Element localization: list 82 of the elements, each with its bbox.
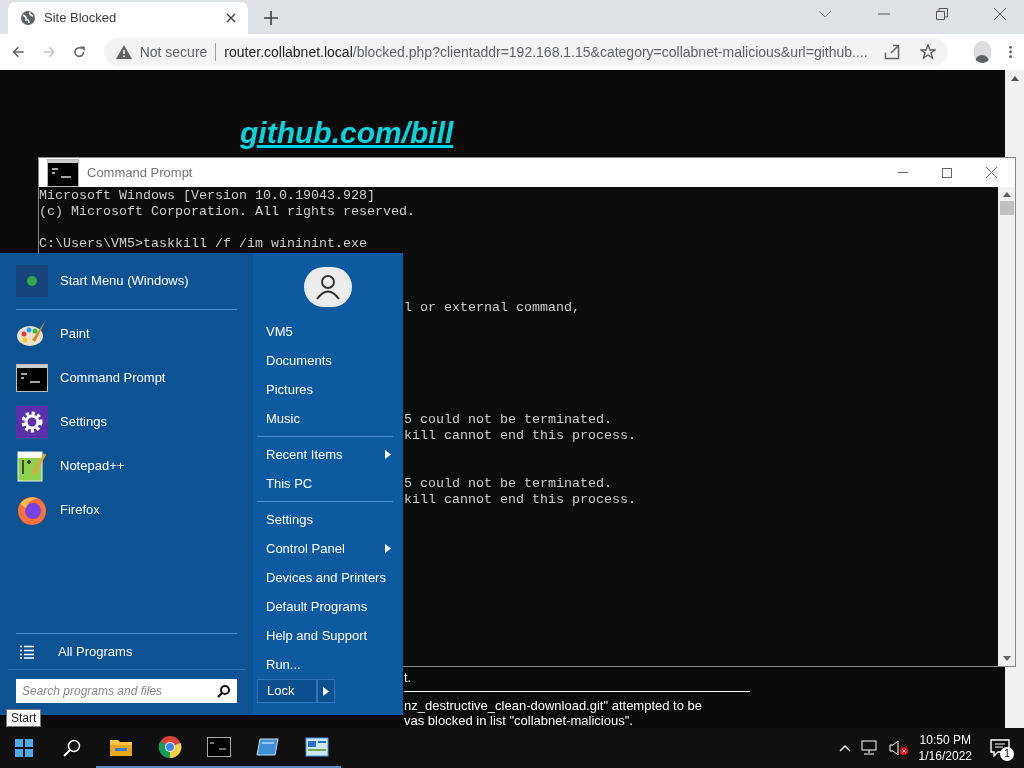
volume-muted-icon[interactable] [888, 740, 909, 756]
chevron-up-icon[interactable] [838, 744, 851, 752]
search-icon[interactable] [63, 739, 81, 757]
profile-avatar[interactable] [973, 41, 991, 63]
app-item[interactable]: Firefox [16, 488, 237, 532]
menu-item[interactable]: Default Programs [257, 592, 393, 621]
app-item[interactable]: Paint [16, 312, 237, 356]
globe-icon [20, 10, 36, 26]
folder-icon[interactable] [108, 737, 133, 757]
window-title: Command Prompt [87, 163, 193, 182]
notepad-icon [17, 450, 47, 482]
menu-item[interactable]: Pictures [257, 375, 393, 404]
menu-item[interactable]: Recent Items [257, 440, 393, 469]
close-icon[interactable] [226, 13, 236, 23]
close-icon[interactable] [986, 167, 997, 178]
start-logo-icon [16, 265, 48, 297]
chrome-icon[interactable] [157, 735, 182, 759]
console-line: l or external command, [404, 300, 580, 315]
address-bar[interactable]: Not secure router.collabnet.local/blocked.php?clientaddr=192.168.1.15&category=collabnet-malicious&url=github.... [103, 38, 948, 66]
share-icon[interactable] [883, 44, 900, 60]
reload-icon[interactable] [73, 44, 86, 60]
page-text: t. [404, 670, 413, 685]
control-panel-icon[interactable] [304, 737, 329, 757]
search-field[interactable]: Search programs and files [16, 679, 237, 703]
app-item[interactable]: Command Prompt [16, 356, 237, 400]
menu-item[interactable]: Control Panel [257, 534, 393, 563]
back-icon[interactable] [12, 44, 25, 60]
menu-icon[interactable] [1008, 44, 1012, 60]
caret-icon [385, 450, 391, 459]
menu-item[interactable]: Documents [257, 346, 393, 375]
list-icon [20, 644, 34, 659]
console-line: (c) Microsoft Corporation. All rights reserved. [39, 204, 416, 220]
menu-item[interactable]: Help and Support [257, 621, 393, 650]
tab-title: Site Blocked [44, 9, 118, 28]
chevron-down-icon[interactable] [818, 10, 832, 18]
menu-item[interactable]: Settings [257, 505, 393, 534]
browser-tab[interactable]: Site Blocked [8, 2, 248, 34]
person-icon [315, 274, 341, 300]
console-line: C:\Users\VM5>taskkill /f /im wininint.exe [39, 236, 368, 252]
terminal-icon[interactable] [206, 737, 231, 757]
warning-icon [115, 45, 132, 59]
all-programs-item[interactable]: All Programs [58, 641, 133, 662]
url-text: router.collabnet.local/blocked.php?clientaddr=192.168.1.15&category=collabnet-malicious&url=github.... [224, 42, 868, 62]
caret-icon [385, 544, 391, 553]
console-line: kill cannot end this process. [404, 492, 636, 507]
security-label: Not secure [139, 42, 208, 62]
notification-badge: 1 [1000, 747, 1014, 761]
notification-icon[interactable] [990, 739, 1010, 757]
app-item[interactable]: Notepad++ [16, 444, 237, 488]
scroll-up-icon[interactable] [1010, 76, 1019, 81]
scroll-thumb[interactable] [999, 201, 1014, 215]
menu-item[interactable]: Run... [257, 650, 393, 679]
scroll-up-icon[interactable] [1002, 192, 1011, 197]
search-icon [217, 685, 230, 698]
menu-item[interactable]: VM5 [257, 317, 393, 346]
tooltip: Start [6, 709, 42, 727]
page-text: vas blocked in list "collabnet-malicious". [404, 713, 634, 728]
terminal-icon [16, 364, 48, 392]
console-line: Microsoft Windows [Version 10.0.19043.928] [39, 188, 376, 204]
scroll-down-icon[interactable] [1002, 656, 1011, 661]
star-icon[interactable] [919, 44, 936, 60]
menu-item[interactable]: Devices and Printers [257, 563, 393, 592]
lock-button[interactable]: Lock [257, 679, 317, 703]
close-icon[interactable] [994, 8, 1006, 20]
blocked-heading: github.com/bill [240, 118, 455, 148]
plus-icon[interactable] [264, 11, 278, 25]
menu-item[interactable]: Music [257, 404, 393, 433]
windows-logo-icon[interactable] [15, 739, 33, 757]
start-menu-header[interactable]: Start Menu (Windows) [60, 271, 189, 291]
lock-options-button[interactable] [317, 679, 335, 703]
console-line: 5 could not be terminated. [404, 412, 612, 427]
restore-icon[interactable] [936, 8, 948, 20]
page-text: nz_destructive_clean-download.git" attempted to be [404, 698, 704, 713]
console-line: kill cannot end this process. [404, 428, 636, 443]
menu-item[interactable]: This PC [257, 469, 393, 498]
network-icon[interactable] [860, 740, 879, 756]
caret-icon [323, 686, 329, 696]
app-item[interactable]: Settings [16, 400, 237, 444]
gear-icon [16, 406, 48, 438]
maximize-icon[interactable] [942, 167, 952, 178]
clock[interactable]: 10:50 PM 1/16/2022 [918, 732, 972, 764]
console-line: 5 could not be terminated. [404, 476, 612, 491]
